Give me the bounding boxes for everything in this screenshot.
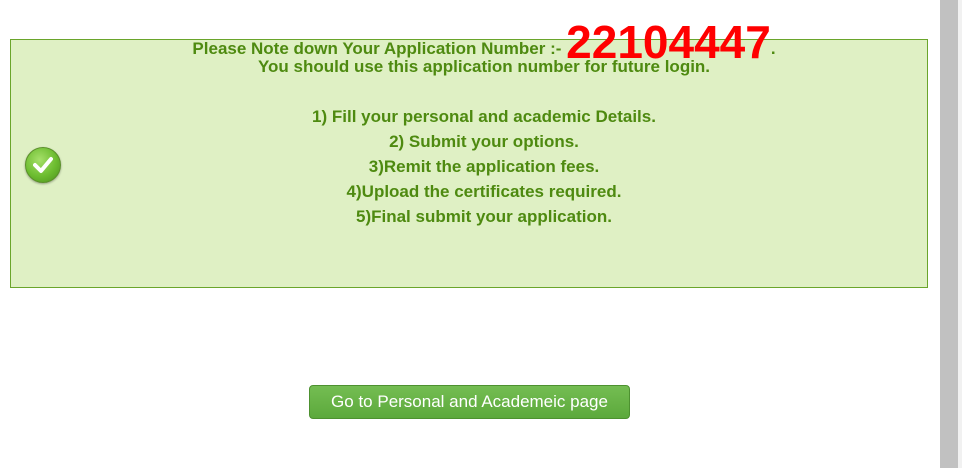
scrollbar[interactable] [940,0,962,468]
step-item-1: 1) Fill your personal and academic Detai… [312,107,656,126]
step-item-2: 2) Submit your options. [389,132,579,151]
step-item-3: 3)Remit the application fees. [368,157,600,176]
application-number-period: . [770,39,776,58]
page: Please Note down Your Application Number… [0,0,962,468]
step-item-5: 5)Final submit your application. [356,207,612,226]
scrollbar-thumb[interactable] [940,0,958,468]
step-item-4: 4)Upload the certificates required. [346,182,622,201]
future-login-note: You should use this application number f… [257,57,711,76]
go-to-personal-academic-button[interactable]: Go to Personal and Academeic page [309,385,630,419]
application-number-line: Please Note down Your Application Number… [0,19,962,65]
application-number-label: Please Note down Your Application Number… [192,39,567,58]
